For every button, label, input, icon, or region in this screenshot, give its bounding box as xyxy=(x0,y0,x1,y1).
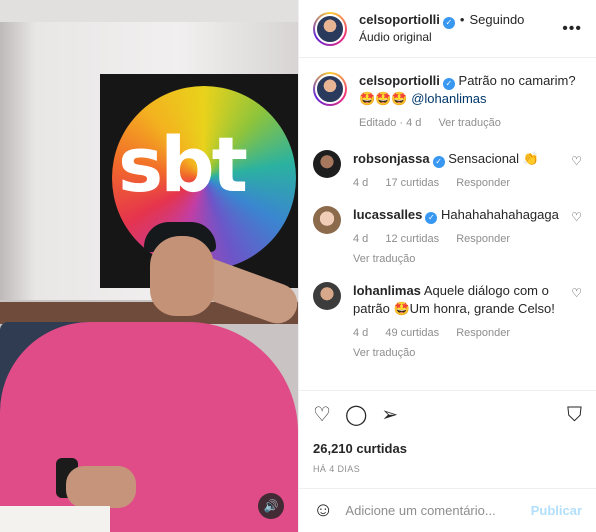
caption-avatar[interactable] xyxy=(313,72,347,106)
caption-username[interactable]: celsoportiolli xyxy=(359,73,440,88)
comment-text: Sensacional 👏 xyxy=(448,151,539,166)
comment-input[interactable] xyxy=(345,503,531,518)
caption-emojis: 🤩🤩🤩 xyxy=(359,91,408,106)
post-video[interactable]: sbt 🔊 xyxy=(0,0,298,532)
comment-username[interactable]: lohanlimas xyxy=(353,283,421,298)
comment-likes[interactable]: 49 curtidas xyxy=(385,327,439,339)
post-side-panel: celsoportiolli ✓ • Seguindo Áudio original … xyxy=(298,0,596,532)
comment-time: 4 d xyxy=(353,327,369,339)
reply-button[interactable]: Responder xyxy=(456,177,510,189)
author-username[interactable]: celsoportiolli xyxy=(359,12,440,27)
caption-mention[interactable]: @lohanlimas xyxy=(411,91,486,106)
header-info: celsoportiolli ✓ • Seguindo Áudio original xyxy=(359,11,524,46)
comment-avatar[interactable] xyxy=(313,206,341,234)
person-shirt xyxy=(0,322,298,532)
comment-time: 4 d xyxy=(353,233,369,245)
separator-dot: • xyxy=(459,12,465,27)
bookmark-icon[interactable]: ⛉ xyxy=(567,405,582,425)
heart-icon[interactable]: ♡ xyxy=(571,154,582,168)
verified-badge-icon: ✓ xyxy=(442,17,455,29)
verified-badge-icon: ✓ xyxy=(432,156,445,168)
caption-translate[interactable]: Ver tradução xyxy=(438,117,500,129)
heart-icon[interactable]: ♡ xyxy=(571,286,582,300)
comment-avatar[interactable] xyxy=(313,282,341,310)
comment-avatar[interactable] xyxy=(313,150,341,178)
like-icon[interactable]: ♡ xyxy=(313,405,331,425)
comment-item: robsonjassa ✓ Sensacional 👏 4 d 17 curtid… xyxy=(313,150,582,192)
likes-count[interactable]: 26,210 curtidas xyxy=(299,440,596,458)
comment-composer: ☺ Publicar xyxy=(299,488,596,532)
audio-link[interactable]: Áudio original xyxy=(359,29,524,46)
comment-item: lohanlimas Aquele diálogo com o patrão 🤩… xyxy=(313,282,582,362)
person-hand xyxy=(66,466,136,508)
reply-button[interactable]: Responder xyxy=(456,233,510,245)
publish-button[interactable]: Publicar xyxy=(531,503,582,518)
post-header: celsoportiolli ✓ • Seguindo Áudio original … xyxy=(299,0,596,58)
caption-text: Patrão no camarim? xyxy=(458,73,576,88)
instagram-post-view: sbt 🔊 celsoportiolli ✓ • Seguindo Áudio ori… xyxy=(0,0,596,532)
sbt-logo-text: sbt xyxy=(118,120,248,209)
comment-likes[interactable]: 17 curtidas xyxy=(385,177,439,189)
comment-item: lucassalles ✓ Hahahahahahagaga 4 d 12 cur… xyxy=(313,206,582,268)
comment-translate[interactable]: Ver tradução xyxy=(353,250,549,268)
comments-list[interactable]: celsoportiolli ✓ Patrão no camarim? 🤩🤩🤩 @… xyxy=(299,58,596,390)
comment-time: 4 d xyxy=(353,177,369,189)
verified-badge-icon: ✓ xyxy=(442,78,455,90)
share-icon[interactable]: ➢ xyxy=(381,405,398,425)
caption: celsoportiolli ✓ Patrão no camarim? 🤩🤩🤩 @… xyxy=(313,72,582,132)
comment-text: Hahahahahahagaga xyxy=(441,207,559,222)
comment-likes[interactable]: 12 curtidas xyxy=(385,233,439,245)
author-avatar[interactable] xyxy=(313,11,347,46)
ceiling xyxy=(0,0,298,22)
mute-button[interactable]: 🔊 xyxy=(258,493,284,519)
heart-icon[interactable]: ♡ xyxy=(571,210,582,224)
comment-username[interactable]: robsonjassa xyxy=(353,151,430,166)
post-time: HÁ 4 DIAS xyxy=(313,464,361,474)
more-icon[interactable]: ••• xyxy=(562,20,582,38)
following-button[interactable]: Seguindo xyxy=(469,12,524,27)
comment-username[interactable]: lucassalles xyxy=(353,207,422,222)
caption-edited: Editado · 4 d xyxy=(359,117,422,129)
person-head xyxy=(150,236,214,316)
emoji-icon[interactable]: ☺ xyxy=(313,499,333,522)
speaker-icon: 🔊 xyxy=(263,499,279,513)
paper-sheet xyxy=(0,506,110,532)
verified-badge-icon: ✓ xyxy=(425,212,438,224)
comment-translate[interactable]: Ver tradução xyxy=(353,344,549,362)
comment-icon[interactable]: ◯ xyxy=(345,405,367,425)
reply-button[interactable]: Responder xyxy=(456,327,510,339)
actions-bar: ♡ ◯ ➢ ⛉ xyxy=(299,390,596,438)
